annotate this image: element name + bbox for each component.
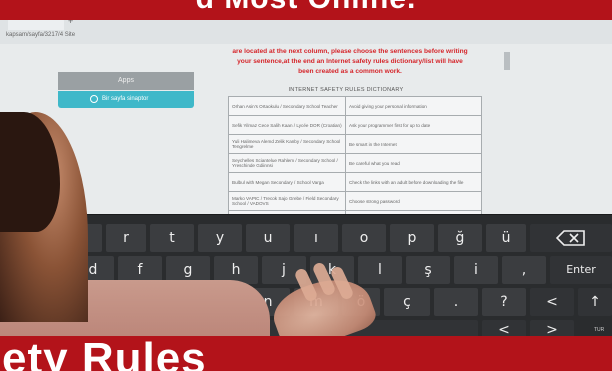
backspace-key[interactable] bbox=[530, 224, 612, 252]
key-t[interactable]: t bbox=[150, 224, 194, 252]
key-dotless-i[interactable]: ı bbox=[294, 224, 338, 252]
key-p[interactable]: p bbox=[390, 224, 434, 252]
key-u-umlaut[interactable]: ü bbox=[486, 224, 526, 252]
table-cell-rule[interactable]: Avoid giving your personal information bbox=[345, 96, 482, 116]
touch-screen: + kapsam/sayfa/3217/4 Site Apps Bir sayf… bbox=[0, 12, 612, 242]
table-cell-rule[interactable]: Check the links with an adult before dow… bbox=[345, 172, 482, 192]
key-comma[interactable]: , bbox=[502, 256, 546, 284]
table-cell-author: Seychelles Sciantelue Rahlem / Secondary… bbox=[228, 153, 346, 173]
apps-tile[interactable]: Apps bbox=[58, 72, 194, 90]
key-y[interactable]: y bbox=[198, 224, 242, 252]
instructions-text: are located at the next column, please c… bbox=[232, 48, 468, 75]
table-row: Seychelles Sciantelue Rahlem / Secondary… bbox=[228, 153, 482, 173]
dictionary-table: Orhan Asin's Ortaokulu / Secondary Schoo… bbox=[228, 96, 482, 230]
table-cell-author: Orhan Asin's Ortaokulu / Secondary Schoo… bbox=[228, 96, 346, 116]
key-r[interactable]: r bbox=[106, 224, 146, 252]
key-g-breve[interactable]: ğ bbox=[438, 224, 482, 252]
table-row: Sefik Yilmaz Cece Salih Kaan / Lycée DOR… bbox=[228, 115, 482, 135]
table-cell-rule[interactable]: Choose strong password bbox=[345, 191, 482, 211]
top-banner: d Most Online. bbox=[0, 0, 612, 20]
scrollbar[interactable] bbox=[504, 52, 510, 70]
bottom-banner: ety Rules bbox=[0, 336, 612, 371]
language-label: TUR bbox=[594, 327, 605, 333]
next-page-label: Bir sayfa sinaptor bbox=[102, 96, 149, 102]
table-row: Marko VAPIC / Trecok Sajo Grebe / Field … bbox=[228, 191, 482, 211]
key-left-arrow[interactable]: < bbox=[530, 288, 574, 316]
key-up-arrow[interactable]: ↑ bbox=[578, 288, 612, 316]
key-i[interactable]: i bbox=[454, 256, 498, 284]
top-banner-text: d Most Online. bbox=[196, 0, 417, 15]
address-bar[interactable]: kapsam/sayfa/3217/4 Site bbox=[6, 32, 186, 42]
table-row: Bulbul with Megan Secondary / School Var… bbox=[228, 172, 482, 192]
table-cell-author: Marko VAPIC / Trecok Sajo Grebe / Field … bbox=[228, 191, 346, 211]
dictionary-title: INTERNET SAFETY RULES DICTIONARY bbox=[288, 87, 404, 93]
table-cell-rule[interactable]: Be smart in the Internet bbox=[345, 134, 482, 154]
arrow-circle-icon bbox=[90, 95, 98, 103]
key-o[interactable]: o bbox=[342, 224, 386, 252]
table-cell-rule[interactable]: Ask your programmer first for up to date bbox=[345, 115, 482, 135]
enter-key[interactable]: Enter bbox=[550, 256, 612, 284]
table-cell-rule[interactable]: Be careful what you read bbox=[345, 153, 482, 173]
key-question[interactable]: ? bbox=[482, 288, 526, 316]
next-page-button[interactable]: Bir sayfa sinaptor bbox=[58, 91, 194, 108]
table-cell-author: Bulbul with Megan Secondary / School Var… bbox=[228, 172, 346, 192]
key-c-cedilla[interactable]: ç bbox=[384, 288, 430, 316]
key-s-cedilla[interactable]: ş bbox=[406, 256, 450, 284]
table-row: Orhan Asin's Ortaokulu / Secondary Schoo… bbox=[228, 96, 482, 116]
key-u[interactable]: u bbox=[246, 224, 290, 252]
key-period[interactable]: . bbox=[434, 288, 478, 316]
apps-label: Apps bbox=[118, 77, 134, 84]
bottom-banner-text: ety Rules bbox=[2, 336, 207, 371]
table-cell-author: Yuli Halimeva Alemd Zelik Kanby / Second… bbox=[228, 134, 346, 154]
key-l[interactable]: l bbox=[358, 256, 402, 284]
table-cell-author: Sefik Yilmaz Cece Salih Kaan / Lycée DOR… bbox=[228, 115, 346, 135]
web-page: Apps Bir sayfa sinaptor are located at t… bbox=[0, 44, 612, 242]
backspace-icon bbox=[555, 230, 585, 246]
table-row: Yuli Halimeva Alemd Zelik Kanby / Second… bbox=[228, 134, 482, 154]
